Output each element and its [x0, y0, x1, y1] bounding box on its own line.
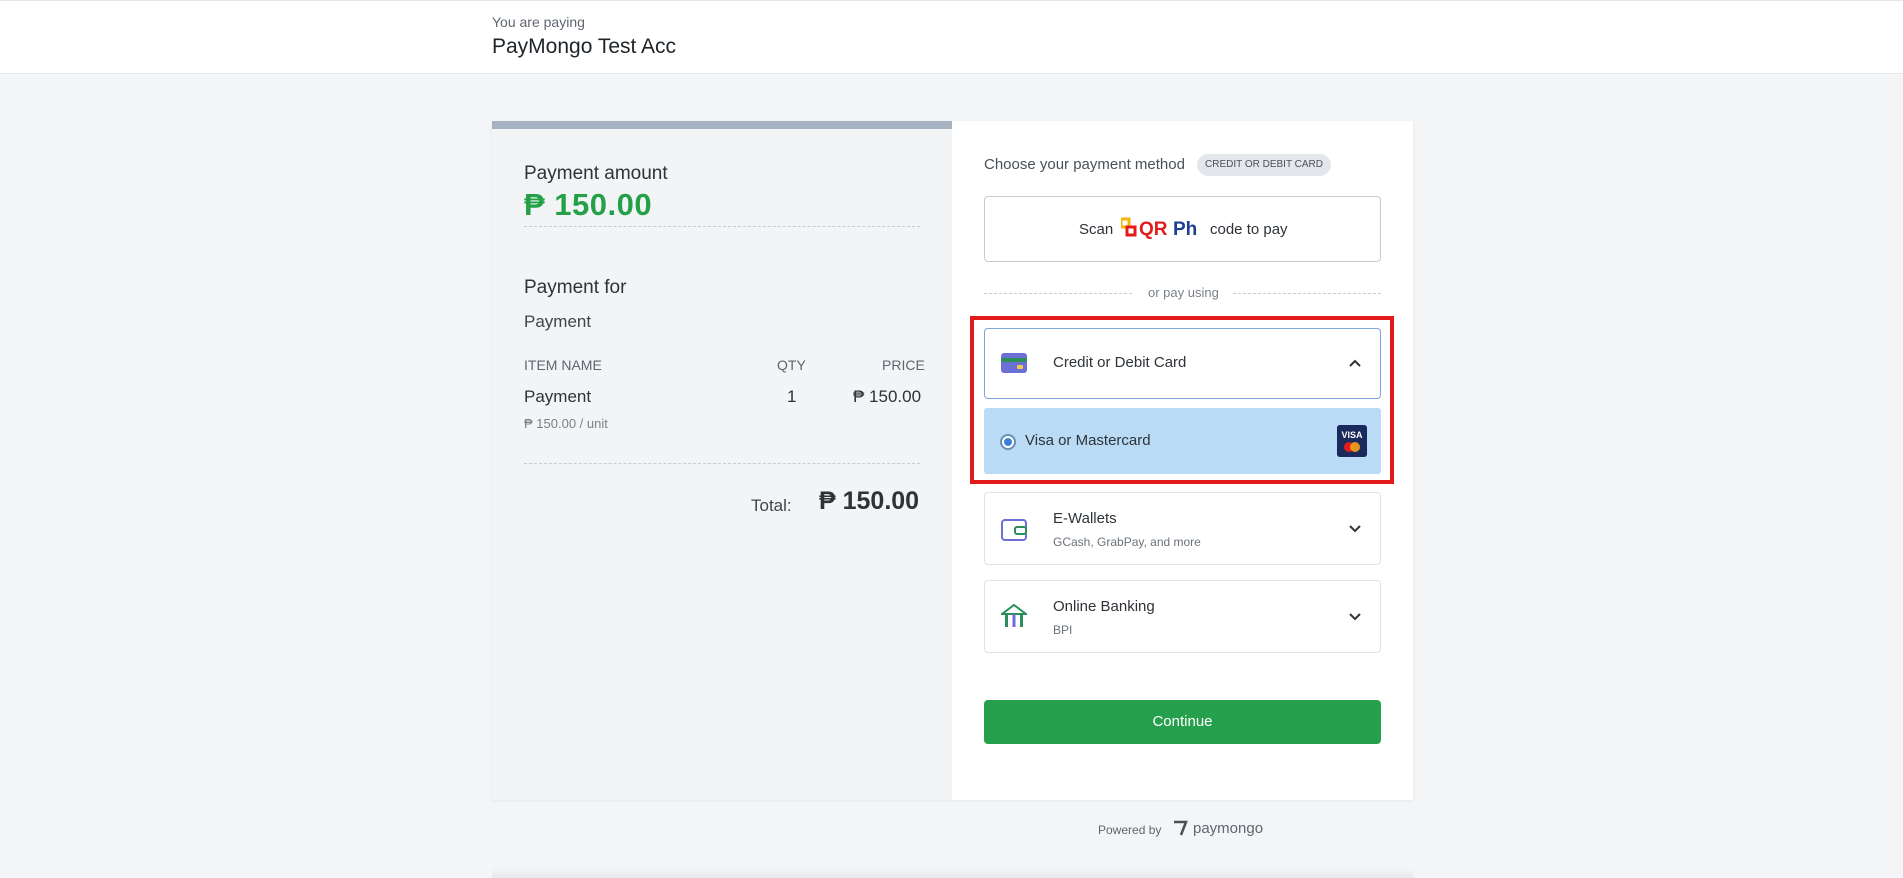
order-summary-panel: Payment amount ₱ 150.00 Payment for Paym… [492, 121, 952, 800]
column-item-name: ITEM NAME [524, 357, 602, 373]
checkout-card: Payment amount ₱ 150.00 Payment for Paym… [492, 121, 1413, 800]
visa-mastercard-radio[interactable] [1000, 434, 1016, 450]
total-label: Total: [751, 496, 792, 515]
ewallets-name: E-Wallets [1053, 510, 1117, 527]
powered-by-label: Powered by [1098, 823, 1162, 837]
choose-method-label: Choose your payment method [984, 156, 1185, 173]
total-value: ₱ 150.00 [819, 487, 920, 515]
qr-scan-label: Scan [1079, 221, 1114, 238]
online-banking-name: Online Banking [1053, 598, 1155, 615]
column-qty: QTY [777, 357, 806, 373]
payment-method-panel: Choose your payment method CREDIT OR DEB… [952, 121, 1413, 800]
ph-logo-text: Ph [1173, 219, 1197, 240]
divider [524, 463, 920, 464]
bottom-edge [492, 868, 1413, 878]
card-method-header[interactable]: Credit or Debit Card [984, 328, 1381, 399]
payment-for-label: Payment for [524, 277, 627, 298]
wallet-icon [1001, 519, 1027, 541]
qr-code-label: code to pay [1210, 221, 1288, 238]
qr-logo-text: QR [1139, 219, 1168, 240]
visa-mastercard-logo: VISA [1337, 425, 1367, 457]
bank-icon [1001, 603, 1027, 627]
visa-text: VISA [1341, 430, 1363, 440]
continue-button[interactable]: Continue [984, 700, 1381, 744]
item-unit-price: ₱ 150.00 / unit [524, 416, 608, 431]
ewallets-method[interactable]: E-Wallets GCash, GrabPay, and more [984, 492, 1381, 565]
divider [1233, 293, 1381, 294]
paymongo-logo-icon [1174, 820, 1188, 836]
paying-label: You are paying [492, 14, 585, 30]
divider [524, 226, 920, 227]
card-method-name: Credit or Debit Card [1053, 354, 1187, 371]
selected-method-badge: CREDIT OR DEBIT CARD [1197, 154, 1331, 176]
ewallets-description: GCash, GrabPay, and more [1053, 535, 1201, 549]
payment-for-value: Payment [524, 312, 592, 331]
chevron-down-icon[interactable] [1348, 524, 1362, 534]
column-price: PRICE [882, 357, 925, 373]
item-name: Payment [524, 387, 592, 406]
paymongo-brand: paymongo [1193, 820, 1264, 837]
credit-card-icon [1001, 353, 1027, 373]
or-pay-using-label: or pay using [1148, 285, 1219, 300]
payment-amount: ₱ 150.00 [524, 187, 653, 222]
online-banking-method[interactable]: Online Banking BPI [984, 580, 1381, 653]
payment-amount-label: Payment amount [524, 163, 668, 184]
merchant-name: PayMongo Test Acc [492, 35, 677, 58]
item-price: ₱ 150.00 [853, 387, 922, 406]
chevron-up-icon[interactable] [1348, 358, 1362, 368]
qrph-button[interactable]: Scan QR Ph code to pay [984, 196, 1381, 262]
chevron-down-icon[interactable] [1348, 612, 1362, 622]
top-bar: You are paying PayMongo Test Acc [0, 0, 1903, 74]
visa-mastercard-label: Visa or Mastercard [1025, 432, 1151, 449]
qrph-logo: QR Ph [1121, 217, 1197, 240]
online-banking-description: BPI [1053, 623, 1073, 637]
item-qty: 1 [787, 387, 797, 406]
divider [984, 293, 1132, 294]
visa-mastercard-option[interactable]: Visa or Mastercard VISA [984, 408, 1381, 474]
